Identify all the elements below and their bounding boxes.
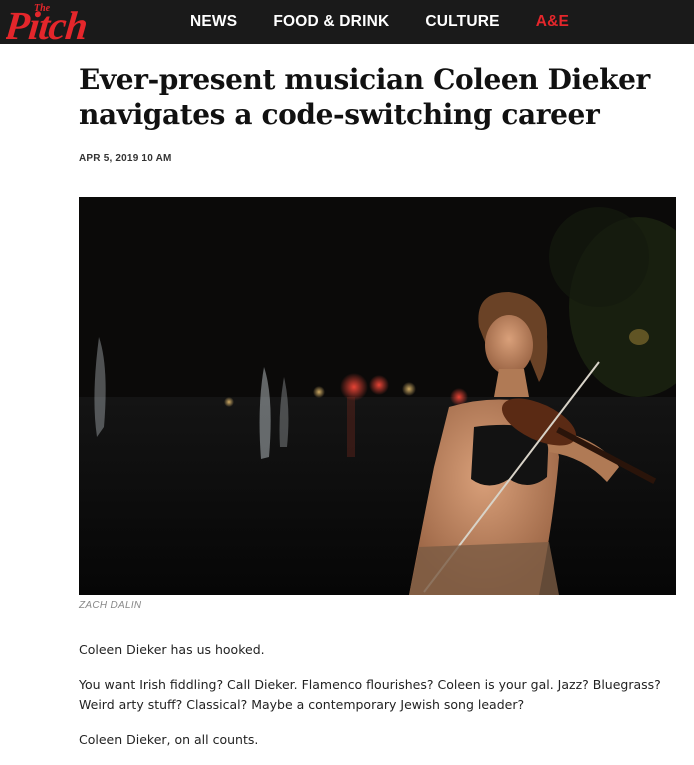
article-paragraph: Coleen Dieker, on all counts.	[79, 732, 259, 747]
article-paragraph: Coleen Dieker has us hooked.	[79, 642, 265, 657]
article-paragraph: You want Irish fiddling? Call Dieker. Fl…	[79, 677, 661, 712]
article-body: Coleen Dieker has us hooked. You want Ir…	[79, 640, 679, 765]
nav-item-news[interactable]: NEWS	[190, 13, 237, 31]
article-photo[interactable]	[79, 197, 676, 595]
the-pitch-logo-graphic: The Pitch	[6, 3, 89, 44]
top-navigation-bar: The Pitch NEWS FOOD & DRINK CULTURE A&E	[0, 0, 694, 44]
photo-credit: ZACH DALIN	[79, 600, 142, 611]
article-headline: Ever-present musician Coleen Dieker navi…	[79, 63, 650, 131]
nav-item-a-and-e[interactable]: A&E	[536, 13, 569, 31]
article-date: APR 5, 2019 10 AM	[79, 153, 172, 164]
violinist-photo-illustration	[79, 197, 676, 595]
the-pitch-logo[interactable]: The Pitch	[6, 0, 156, 44]
logo-text: Pitch	[6, 3, 89, 44]
main-nav: NEWS FOOD & DRINK CULTURE A&E	[190, 0, 605, 44]
nav-item-food-drink[interactable]: FOOD & DRINK	[273, 13, 389, 31]
nav-item-culture[interactable]: CULTURE	[425, 13, 499, 31]
